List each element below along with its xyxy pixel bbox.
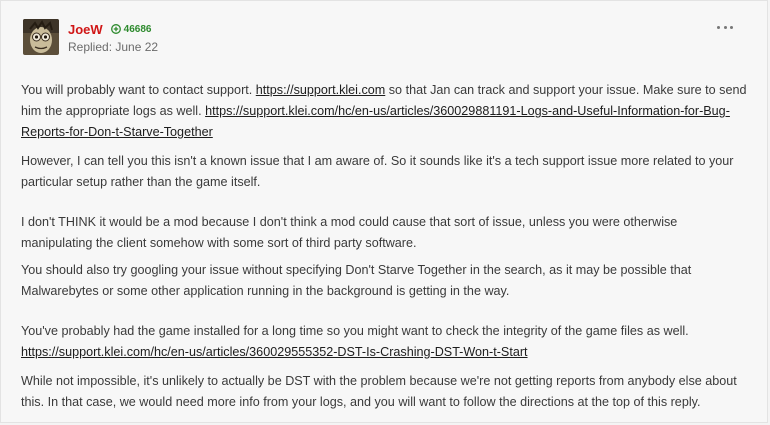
support-link[interactable]: https://support.klei.com xyxy=(256,83,386,97)
reputation-count: 46686 xyxy=(123,23,152,35)
plus-circle-icon xyxy=(110,24,121,34)
author-name[interactable]: JoeW xyxy=(68,22,103,37)
paragraph: You've probably had the game installed f… xyxy=(21,324,689,359)
more-options-button[interactable] xyxy=(717,23,733,31)
ellipsis-icon xyxy=(717,25,720,29)
post-content: You will probably want to contact suppor… xyxy=(21,80,749,413)
paragraph: I don't THINK it would be a mod because … xyxy=(21,215,678,250)
paragraph: However, I can tell you this isn't a kno… xyxy=(21,154,734,189)
user-avatar-icon xyxy=(23,19,59,55)
paragraph: While not impossible, it's unlikely to a… xyxy=(21,374,737,409)
author-line: JoeW 46686 xyxy=(68,21,151,37)
paragraph: You will probably want to contact suppor… xyxy=(21,83,747,139)
reputation-badge[interactable]: 46686 xyxy=(110,23,152,35)
paragraph: You should also try googling your issue … xyxy=(21,263,692,298)
avatar[interactable] xyxy=(23,19,59,55)
forum-post: JoeW 46686 Replied: June 22 You will pro… xyxy=(0,0,768,423)
replied-date: Replied: June 22 xyxy=(68,40,159,54)
crashing-article-link[interactable]: https://support.klei.com/hc/en-us/articl… xyxy=(21,345,528,359)
